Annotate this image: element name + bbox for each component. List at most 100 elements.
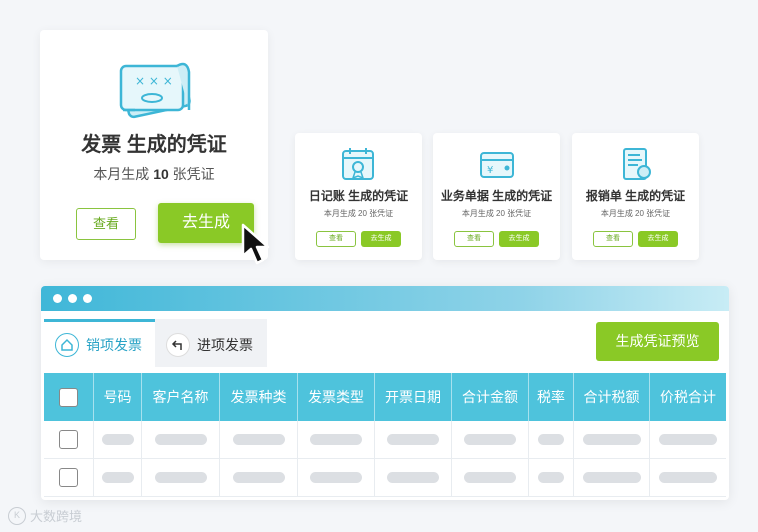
table-cell bbox=[220, 459, 298, 496]
business-doc-card-title: 业务单据 生成的凭证 bbox=[440, 189, 553, 203]
journal-view-button[interactable]: 查看 bbox=[316, 231, 356, 247]
expense-voucher-card: 报销单 生成的凭证 本月生成 20 张凭证 查看 去生成 bbox=[572, 133, 699, 260]
invoice-table: 号码 客户名称 发票种类 发票类型 开票日期 合计金额 税率 合计税额 价税合计 bbox=[44, 373, 726, 497]
placeholder-bar bbox=[464, 472, 516, 483]
row-checkbox[interactable] bbox=[59, 430, 78, 449]
table-cell bbox=[220, 421, 298, 458]
table-cell bbox=[452, 421, 529, 458]
placeholder-bar bbox=[232, 434, 285, 445]
business-doc-voucher-card: ¥ 业务单据 生成的凭证 本月生成 20 张凭证 查看 去生成 bbox=[433, 133, 560, 260]
placeholder-bar bbox=[387, 434, 439, 445]
table-cell bbox=[529, 421, 574, 458]
window-dot bbox=[83, 294, 92, 303]
table-cell bbox=[94, 421, 142, 458]
view-button[interactable]: 查看 bbox=[76, 208, 136, 240]
tab-label: 进项发票 bbox=[197, 336, 253, 353]
voucher-count: 10 bbox=[153, 166, 169, 182]
row-checkbox[interactable] bbox=[59, 468, 78, 487]
journal-generate-button[interactable]: 去生成 bbox=[361, 231, 401, 247]
subtitle-prefix: 本月生成 bbox=[93, 166, 150, 182]
column-header[interactable]: 号码 bbox=[94, 373, 142, 421]
journal-card-title: 日记账 生成的凭证 bbox=[308, 189, 409, 203]
expense-card-subtitle: 本月生成 20 张凭证 bbox=[600, 209, 671, 218]
business-doc-view-button[interactable]: 查看 bbox=[454, 231, 494, 247]
table-cell bbox=[298, 459, 375, 496]
tab-purchase-invoice[interactable]: 进项发票 bbox=[155, 319, 267, 367]
column-header[interactable]: 价税合计 bbox=[650, 373, 726, 421]
calendar-journal-icon bbox=[342, 148, 374, 180]
watermark-text: 大数跨境 bbox=[30, 509, 83, 524]
header-checkbox-cell bbox=[44, 373, 94, 421]
placeholder-bar bbox=[464, 434, 516, 445]
placeholder-bar bbox=[310, 472, 362, 483]
big-card-title: 发票 生成的凭证 bbox=[81, 134, 227, 156]
table-cell bbox=[574, 459, 650, 496]
placeholder-bar bbox=[582, 434, 641, 445]
journal-card-subtitle: 本月生成 20 张凭证 bbox=[323, 209, 394, 218]
column-header[interactable]: 税率 bbox=[529, 373, 574, 421]
table-cell bbox=[375, 459, 452, 496]
window-dot bbox=[68, 294, 77, 303]
row-checkbox-cell bbox=[44, 459, 94, 496]
table-cell bbox=[650, 421, 726, 458]
expense-view-button[interactable]: 查看 bbox=[593, 231, 633, 247]
placeholder-bar bbox=[659, 472, 717, 483]
placeholder-bar bbox=[154, 472, 207, 483]
return-inbound-icon bbox=[166, 332, 190, 357]
home-outbound-icon bbox=[55, 332, 79, 357]
column-header[interactable]: 合计金额 bbox=[452, 373, 529, 421]
select-all-checkbox[interactable] bbox=[59, 387, 78, 407]
placeholder-bar bbox=[232, 472, 285, 483]
placeholder-bar bbox=[154, 434, 207, 445]
mouse-cursor-icon bbox=[241, 223, 270, 265]
invoice-ticket-icon: × × × bbox=[119, 62, 191, 119]
placeholder-bar bbox=[310, 434, 362, 445]
invoice-voucher-card: × × × 发票 生成的凭证 本月生成 10 张凭证 查看 去生成 bbox=[40, 30, 268, 260]
window-titlebar bbox=[41, 286, 729, 311]
placeholder-bar bbox=[538, 472, 564, 483]
table-cell bbox=[94, 459, 142, 496]
tab-sales-invoice[interactable]: 销项发票 bbox=[44, 319, 155, 367]
row-checkbox-cell bbox=[44, 421, 94, 458]
placeholder-bar bbox=[387, 472, 439, 483]
expense-card-title: 报销单 生成的凭证 bbox=[585, 189, 686, 203]
expense-generate-button[interactable]: 去生成 bbox=[638, 231, 678, 247]
big-card-subtitle: 本月生成 10 张凭证 bbox=[40, 164, 268, 184]
placeholder-bar bbox=[582, 472, 641, 483]
table-cell bbox=[574, 421, 650, 458]
column-header[interactable]: 客户名称 bbox=[142, 373, 220, 421]
table-row[interactable] bbox=[44, 459, 726, 497]
table-row[interactable] bbox=[44, 421, 726, 459]
table-cell bbox=[142, 459, 220, 496]
svg-text:¥: ¥ bbox=[487, 165, 493, 176]
watermark-logo-icon: K bbox=[8, 506, 26, 525]
business-doc-card-subtitle: 本月生成 20 张凭证 bbox=[461, 209, 532, 218]
svg-text:× × ×: × × × bbox=[135, 74, 173, 88]
table-cell bbox=[650, 459, 726, 496]
column-header[interactable]: 发票种类 bbox=[220, 373, 298, 421]
table-cell bbox=[452, 459, 529, 496]
table-cell bbox=[298, 421, 375, 458]
placeholder-bar bbox=[101, 434, 134, 445]
subtitle-suffix: 张凭证 bbox=[172, 166, 215, 182]
table-cell bbox=[529, 459, 574, 496]
invoice-window: 销项发票 进项发票 生成凭证预览 号码 客户名称 发票种类 发票类型 开票日期 … bbox=[41, 286, 729, 500]
column-header[interactable]: 合计税额 bbox=[574, 373, 650, 421]
wallet-yen-icon: ¥ bbox=[480, 152, 514, 178]
generate-voucher-preview-button[interactable]: 生成凭证预览 bbox=[596, 322, 719, 361]
column-header[interactable]: 开票日期 bbox=[375, 373, 452, 421]
column-header[interactable]: 发票类型 bbox=[298, 373, 375, 421]
placeholder-bar bbox=[659, 434, 717, 445]
placeholder-bar bbox=[538, 434, 564, 445]
window-dot bbox=[53, 294, 62, 303]
journal-voucher-card: 日记账 生成的凭证 本月生成 20 张凭证 查看 去生成 bbox=[295, 133, 422, 260]
table-header: 号码 客户名称 发票种类 发票类型 开票日期 合计金额 税率 合计税额 价税合计 bbox=[44, 373, 726, 421]
receipt-document-icon bbox=[623, 148, 651, 180]
tab-bar: 销项发票 进项发票 生成凭证预览 bbox=[41, 311, 729, 373]
table-cell bbox=[142, 421, 220, 458]
business-doc-generate-button[interactable]: 去生成 bbox=[499, 231, 539, 247]
placeholder-bar bbox=[101, 472, 134, 483]
tab-label: 销项发票 bbox=[86, 336, 142, 353]
watermark: K 大数跨境 bbox=[8, 506, 82, 525]
table-cell bbox=[375, 421, 452, 458]
